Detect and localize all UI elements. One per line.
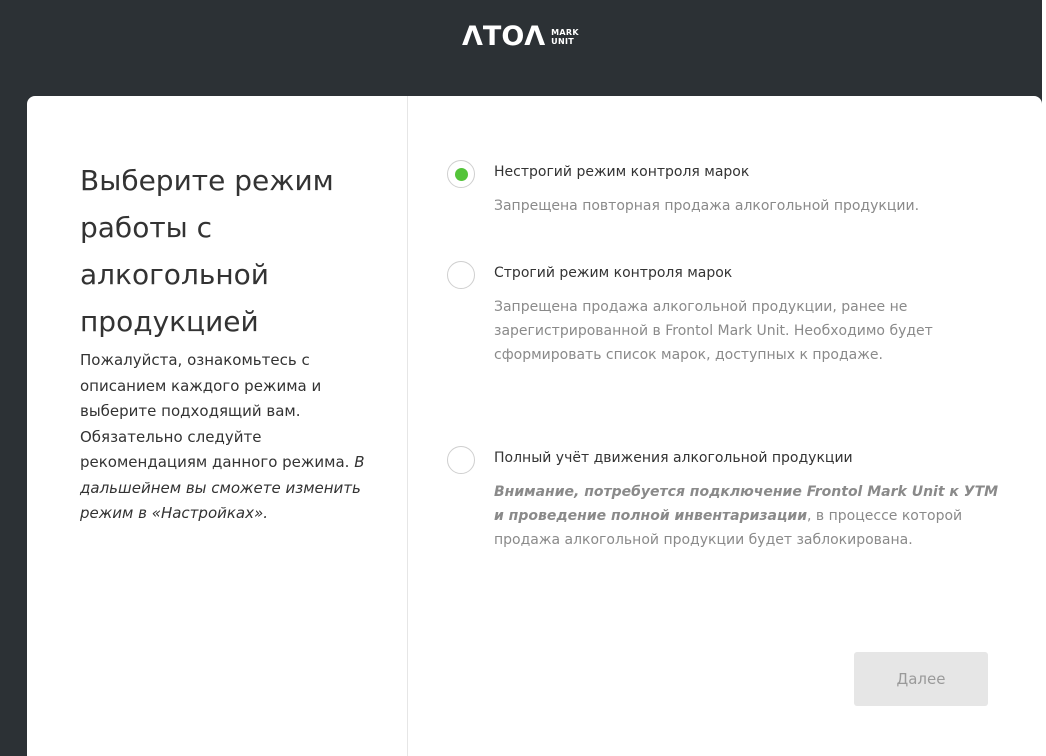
intro-text: Пожалуйста, ознакомьтесь с описанием каж… bbox=[80, 351, 350, 471]
next-button[interactable]: Далее bbox=[854, 652, 988, 706]
option-description: Запрещена повторная продажа алкогольной … bbox=[494, 198, 920, 214]
option-description: Внимание, потребуется подключение Fronto… bbox=[494, 480, 1004, 552]
logo-subtitle-line-1: MARK bbox=[551, 28, 579, 37]
page-title: Выберите режим работы с алкогольной прод… bbox=[80, 164, 334, 338]
radio-lenient-mode[interactable] bbox=[447, 160, 475, 188]
radio-full-tracking[interactable] bbox=[447, 446, 475, 474]
atol-logo: ΛTOΛ MARK UNIT bbox=[462, 22, 579, 52]
app-header: ΛTOΛ MARK UNIT bbox=[0, 0, 1042, 72]
radio-selected-dot bbox=[454, 167, 468, 181]
radio-strict-mode[interactable] bbox=[447, 261, 475, 289]
option-title[interactable]: Нестрогий режим контроля марок bbox=[494, 160, 749, 184]
intro-panel: Выберите режим работы с алкогольной прод… bbox=[27, 96, 408, 756]
option-title[interactable]: Строгий режим контроля марок bbox=[494, 261, 732, 285]
mode-selection-card: Выберите режим работы с алкогольной прод… bbox=[27, 96, 1042, 756]
logo-subtitle-line-2: UNIT bbox=[551, 37, 574, 46]
logo-mark: ΛTOΛ bbox=[462, 21, 546, 52]
option-title[interactable]: Полный учёт движения алкогольной продукц… bbox=[494, 446, 853, 470]
window-edge bbox=[1042, 0, 1046, 756]
option-description: Запрещена продажа алкогольной продукции,… bbox=[494, 299, 933, 363]
logo-subtitle: MARK UNIT bbox=[551, 28, 579, 46]
intro-description: Пожалуйста, ознакомьтесь с описанием каж… bbox=[80, 348, 385, 527]
